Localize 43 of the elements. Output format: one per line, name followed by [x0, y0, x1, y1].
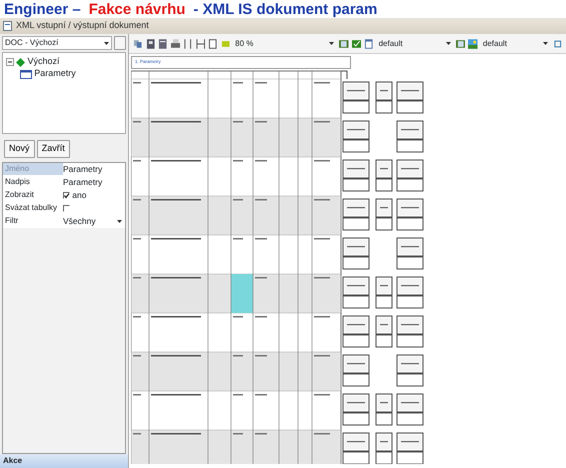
checkbox[interactable] — [63, 204, 70, 212]
copy-icon[interactable] — [133, 38, 143, 48]
style-dropdown[interactable]: default — [480, 38, 550, 50]
panel-button[interactable]: Nový — [4, 140, 35, 158]
width-icon[interactable] — [196, 38, 206, 48]
property-value: Parametry — [63, 162, 102, 176]
collapse-icon[interactable] — [6, 58, 14, 66]
property-name[interactable]: Nadpis — [3, 176, 63, 188]
caret-icon — [446, 42, 451, 45]
landscape-icon[interactable] — [468, 38, 478, 48]
table-icon — [20, 70, 32, 78]
color-swatch-icon[interactable] — [220, 38, 230, 48]
banner-text: - XML IS dokument param — [193, 0, 378, 18]
caret-icon[interactable] — [117, 220, 122, 222]
tree-item[interactable]: Parametry — [34, 67, 76, 81]
checkbox[interactable] — [63, 192, 70, 198]
property-name[interactable]: Filtr — [3, 215, 63, 227]
columns-icon[interactable] — [183, 38, 193, 48]
app-icon — [3, 21, 12, 31]
banner-text: Fakce návrhu — [88, 0, 186, 18]
document-dropdown[interactable]: DOC - Výchozí — [2, 36, 112, 50]
property-value: Všechny — [63, 214, 97, 228]
print-icon[interactable] — [170, 38, 180, 48]
page-icon[interactable] — [158, 38, 168, 48]
panel-button[interactable]: Zavřít — [36, 140, 70, 158]
diamond-icon — [16, 58, 26, 66]
banner-text: Engineer – — [4, 0, 81, 18]
window-title: XML vstupní / výstupní dokument — [16, 19, 149, 32]
page-icon[interactable] — [364, 38, 374, 48]
document-icon[interactable] — [146, 38, 156, 48]
caret-icon — [542, 42, 548, 45]
ellipsis-button[interactable] — [114, 36, 126, 50]
status-bar-text: Akce — [0, 454, 128, 468]
property-value: Parametry — [63, 176, 102, 188]
property-name[interactable]: Zobrazit — [3, 189, 63, 201]
page-outline-icon[interactable] — [208, 38, 218, 48]
grid-icon[interactable] — [552, 38, 562, 48]
caret-icon — [329, 42, 334, 45]
tree-item[interactable]: Výchozí — [28, 55, 60, 69]
zoom-dropdown[interactable]: 80 % — [233, 38, 336, 50]
property-value: ano — [72, 188, 86, 202]
style-dropdown[interactable]: default — [376, 38, 453, 50]
caret-icon — [104, 42, 109, 44]
